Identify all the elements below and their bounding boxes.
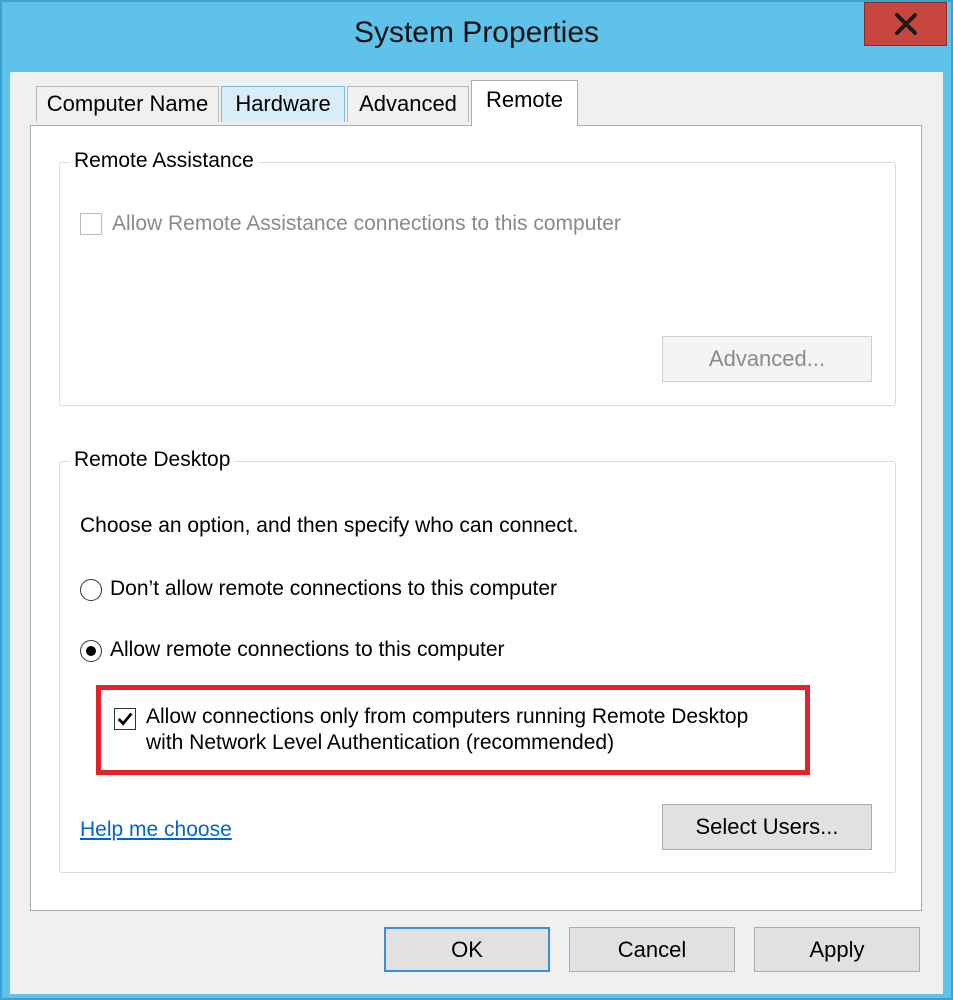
allow-connections-label[interactable]: Allow remote connections to this compute… [110,638,505,662]
remote-assistance-group: Remote Assistance Allow Remote Assistanc… [59,149,896,406]
tab-advanced[interactable]: Advanced [347,86,469,122]
tab-hardware[interactable]: Hardware [221,86,345,122]
title-bar[interactable]: System Properties [2,2,951,72]
highlight-annotation-box [96,685,810,775]
system-properties-window: System Properties Computer Name Hardware… [0,0,953,1000]
window-title: System Properties [353,16,600,49]
remote-tab-panel: Remote Assistance Allow Remote Assistanc… [30,125,922,911]
cancel-button[interactable]: Cancel [569,927,735,972]
remote-desktop-group: Remote Desktop Choose an option, and the… [59,448,896,873]
dont-allow-connections-radio[interactable] [80,579,102,601]
dialog-client-area: Computer Name Hardware Advanced Remote R… [10,72,943,994]
remote-desktop-instruction: Choose an option, and then specify who c… [80,514,579,537]
remote-desktop-legend: Remote Desktop [70,448,235,472]
tab-computer-name[interactable]: Computer Name [36,86,219,122]
remote-assistance-advanced-button[interactable]: Advanced... [662,336,872,382]
close-icon [894,13,917,35]
remote-assistance-legend: Remote Assistance [70,149,258,173]
tab-remote[interactable]: Remote [471,80,578,126]
dont-allow-connections-label[interactable]: Don’t allow remote connections to this c… [110,577,557,601]
radio-selected-dot [86,646,96,656]
allow-remote-assistance-checkbox[interactable] [80,213,102,235]
help-me-choose-link[interactable]: Help me choose [80,818,232,842]
close-button[interactable] [864,2,947,46]
allow-connections-radio[interactable] [80,640,102,662]
apply-button[interactable]: Apply [754,927,920,972]
allow-remote-assistance-label: Allow Remote Assistance connections to t… [112,212,621,235]
ok-button[interactable]: OK [384,927,550,972]
select-users-button[interactable]: Select Users... [662,804,872,850]
